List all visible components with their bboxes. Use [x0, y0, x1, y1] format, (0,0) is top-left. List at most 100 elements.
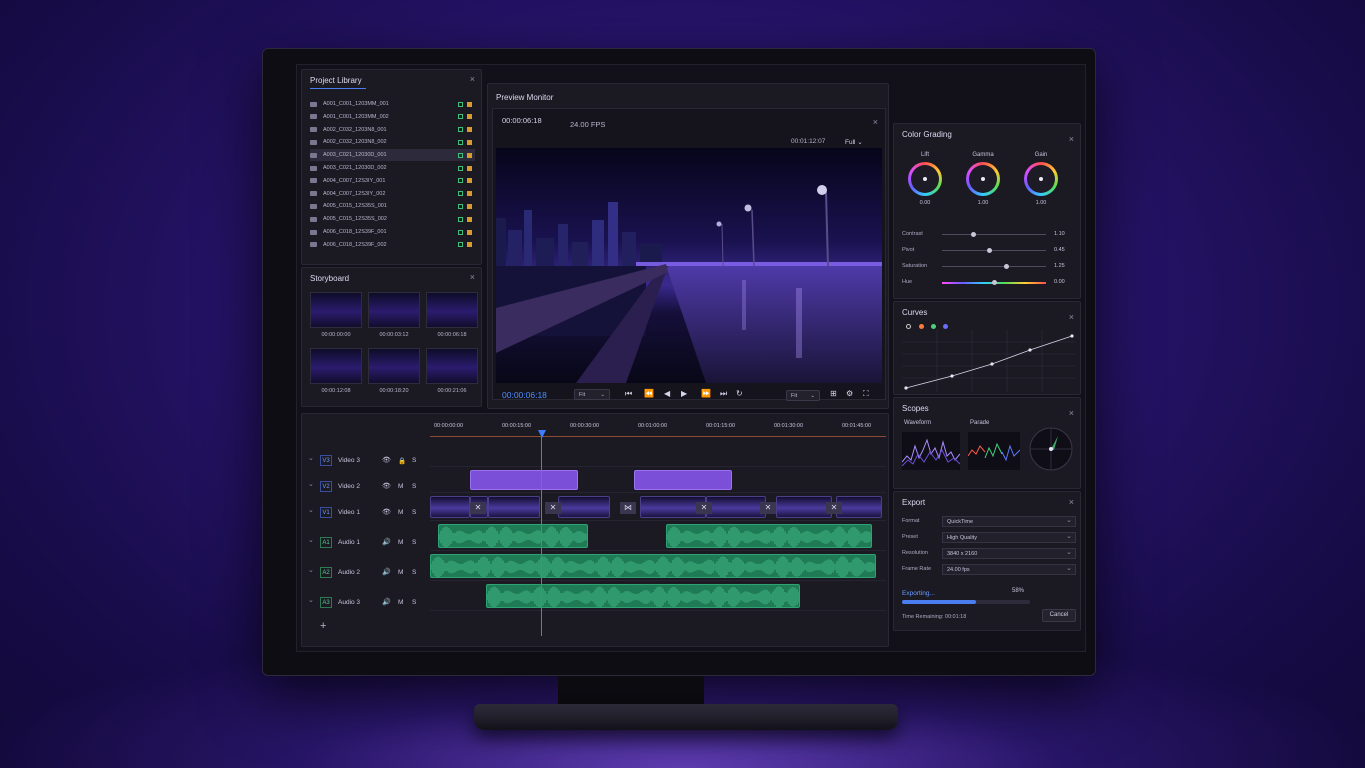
mute-toggle[interactable]: M: [398, 599, 403, 606]
curve-graph[interactable]: [902, 330, 1076, 392]
mute-toggle[interactable]: M: [398, 569, 403, 576]
eye-icon[interactable]: 👁: [382, 456, 391, 464]
checkbox-icon[interactable]: [458, 203, 463, 209]
close-icon[interactable]: ×: [1069, 135, 1074, 144]
slider-knob[interactable]: [971, 232, 977, 237]
checkbox-icon[interactable]: [458, 229, 463, 235]
frame-back-icon[interactable]: ◀: [664, 389, 670, 398]
library-item[interactable]: A003_C021_12030D_001: [310, 149, 475, 162]
checkbox-icon[interactable]: [458, 178, 463, 184]
wheel-center-dot[interactable]: [1039, 177, 1043, 181]
speaker-icon[interactable]: 🔊: [382, 568, 391, 576]
add-track-button[interactable]: +: [320, 620, 326, 632]
audio-clip[interactable]: [430, 554, 876, 578]
transition-icon[interactable]: ⋈: [620, 502, 636, 514]
checkbox-icon[interactable]: [458, 242, 463, 248]
transition-icon[interactable]: ✕: [470, 502, 486, 514]
settings-icon[interactable]: ⚙: [846, 389, 853, 398]
library-item[interactable]: A004_C007_12S3IY_001: [310, 175, 475, 187]
solo-toggle[interactable]: S: [412, 509, 416, 516]
audio-clip[interactable]: [438, 524, 588, 548]
curve-channel-green[interactable]: [931, 324, 936, 329]
mute-toggle[interactable]: M: [398, 509, 403, 516]
eye-icon[interactable]: 👁: [382, 482, 391, 490]
playhead-line[interactable]: [541, 436, 542, 636]
cancel-button[interactable]: Cancel: [1042, 609, 1076, 622]
slider-knob[interactable]: [992, 280, 997, 285]
transition-icon[interactable]: ✕: [826, 502, 842, 514]
mute-toggle[interactable]: M: [398, 483, 403, 490]
curve-channel-red[interactable]: [919, 324, 924, 329]
checkbox-icon[interactable]: [458, 101, 463, 107]
slider-knob[interactable]: [1004, 264, 1010, 269]
storyboard-thumbnail[interactable]: [310, 292, 362, 328]
checkbox-icon[interactable]: [458, 152, 463, 158]
video-clip[interactable]: [836, 496, 882, 518]
checkbox-icon[interactable]: [458, 165, 463, 171]
library-item[interactable]: A002_C032_1203N8_001: [310, 124, 475, 136]
storyboard-thumbnail[interactable]: [368, 348, 420, 384]
chevron-down-icon[interactable]: ⌄: [308, 506, 314, 514]
curve-channel-luma[interactable]: [906, 324, 911, 329]
slider-track[interactable]: [942, 234, 1046, 235]
library-item[interactable]: A004_C007_12S3IY_002: [310, 188, 475, 200]
fullscreen-icon[interactable]: ⛶: [863, 389, 869, 399]
quality-dropdown[interactable]: Full ⌄: [845, 138, 863, 146]
mute-toggle[interactable]: M: [398, 539, 403, 546]
library-item[interactable]: A003_C021_12030D_002: [310, 162, 475, 174]
export-field-select[interactable]: High Quality: [942, 532, 1076, 543]
chevron-down-icon[interactable]: ⌄: [308, 566, 314, 574]
curve-channel-blue[interactable]: [943, 324, 948, 329]
library-item[interactable]: A005_C015_12S35S_002: [310, 213, 475, 225]
slider-knob[interactable]: [986, 248, 992, 253]
transition-icon[interactable]: ✕: [696, 502, 712, 514]
close-icon[interactable]: ×: [1069, 498, 1074, 507]
video-clip[interactable]: [776, 496, 832, 518]
audio-clip[interactable]: [666, 524, 872, 548]
solo-toggle[interactable]: S: [412, 569, 416, 576]
close-icon[interactable]: ×: [470, 75, 475, 84]
fit-dropdown-right[interactable]: Fit ⌄: [786, 390, 820, 401]
close-icon[interactable]: ×: [1069, 409, 1074, 418]
safe-area-icon[interactable]: ⊞: [830, 389, 837, 398]
mute-toggle[interactable]: 🔒: [398, 457, 406, 465]
video-clip[interactable]: [488, 496, 540, 518]
library-item[interactable]: A001_C001_1203MM_002: [310, 111, 475, 123]
chevron-down-icon[interactable]: ⌄: [308, 536, 314, 544]
chevron-down-icon[interactable]: ⌄: [308, 454, 314, 462]
speaker-icon[interactable]: 🔊: [382, 538, 391, 546]
video-clip[interactable]: [430, 496, 470, 518]
speaker-icon[interactable]: 🔊: [382, 598, 391, 606]
library-item[interactable]: A006_C018_12S39F_002: [310, 239, 475, 251]
storyboard-thumbnail[interactable]: [310, 348, 362, 384]
transition-icon[interactable]: ✕: [545, 502, 561, 514]
chevron-down-icon[interactable]: ⌄: [308, 596, 314, 604]
fit-dropdown-left[interactable]: Fit ⌄: [574, 389, 610, 400]
eye-icon[interactable]: 👁: [382, 508, 391, 516]
solo-toggle[interactable]: S: [412, 483, 416, 490]
export-field-select[interactable]: 24.00 fps: [942, 564, 1076, 575]
close-icon[interactable]: ×: [873, 118, 878, 127]
transition-icon[interactable]: ✕: [760, 502, 776, 514]
solo-toggle[interactable]: S: [412, 599, 416, 606]
storyboard-thumbnail[interactable]: [426, 348, 478, 384]
slider-track[interactable]: [942, 250, 1046, 251]
solo-toggle[interactable]: S: [412, 457, 416, 464]
skip-forward-icon[interactable]: ⏭: [720, 389, 727, 399]
library-item[interactable]: A001_C001_1203MM_001: [310, 98, 475, 110]
library-item[interactable]: A005_C015_12S35S_001: [310, 200, 475, 212]
wheel-center-dot[interactable]: [923, 177, 927, 181]
chevron-down-icon[interactable]: ⌄: [308, 480, 314, 488]
solo-toggle[interactable]: S: [412, 539, 416, 546]
skip-back-icon[interactable]: ⏮: [625, 389, 632, 399]
loop-icon[interactable]: ↻: [736, 389, 743, 398]
checkbox-icon[interactable]: [458, 191, 463, 197]
checkbox-icon[interactable]: [458, 127, 463, 133]
export-field-select[interactable]: 3840 x 2160: [942, 548, 1076, 559]
checkbox-icon[interactable]: [458, 139, 463, 145]
library-item[interactable]: A006_C018_12S39F_001: [310, 226, 475, 238]
slider-track[interactable]: [942, 266, 1046, 267]
video-clip[interactable]: [706, 496, 766, 518]
checkbox-icon[interactable]: [458, 216, 463, 222]
library-item[interactable]: A002_C032_1203N8_002: [310, 136, 475, 148]
